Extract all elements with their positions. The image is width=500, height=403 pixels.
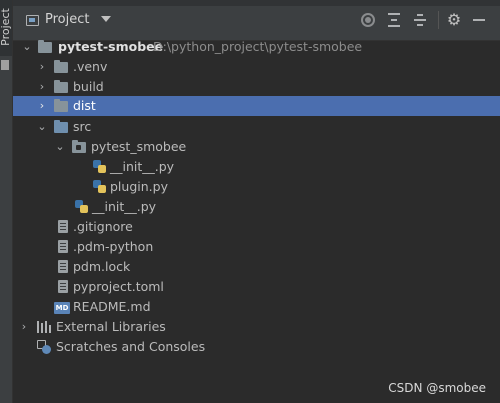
venv-label: .venv [73,59,108,74]
plugin-label: plugin.py [110,179,168,194]
tree-row-root[interactable]: ⌄ pytest-smobee D:\python_project\pytest… [13,37,500,57]
tree-row-pdm-lock[interactable]: pdm.lock [13,257,500,277]
project-view-icon [26,15,39,26]
toml-file-icon [58,280,68,293]
python-file-icon [75,200,89,214]
header-top-border [13,0,500,6]
readme-label: README.md [73,299,151,314]
folder-icon [54,99,68,112]
collapse-all-icon[interactable] [412,11,430,29]
text-file-icon [58,260,68,273]
watermark: CSDN @smobee [388,381,486,395]
tree-row-venv[interactable]: › .venv [13,57,500,77]
scratches-icon [37,340,51,354]
header-divider [438,11,439,29]
dist-label: dist [73,98,96,113]
tree-row-pkg-init[interactable]: __init__.py [13,157,500,177]
src-label: src [73,119,92,134]
scratches-label: Scratches and Consoles [56,339,206,354]
package-label: pytest_smobee [91,139,187,154]
chevron-down-icon[interactable]: ⌄ [21,37,33,57]
chevron-right-icon[interactable]: › [36,96,48,116]
library-icon [37,321,51,333]
chevron-down-icon[interactable]: ⌄ [54,137,66,157]
tree-row-src[interactable]: ⌄ src [13,117,500,137]
project-side-tab[interactable]: Project [0,0,12,56]
root-path: D:\python_project\pytest-smobee [153,39,363,54]
chevron-right-icon[interactable]: › [36,77,48,97]
tree-row-readme[interactable]: MD README.md [13,297,500,317]
chevron-right-icon[interactable]: › [36,57,48,77]
package-folder-icon [72,140,86,153]
build-label: build [73,79,104,94]
tree-row-build[interactable]: › build [13,77,500,97]
tree-row-package[interactable]: ⌄ pytest_smobee [13,137,500,157]
project-view-selector[interactable]: Project [45,12,89,27]
tree-row-gitignore[interactable]: .gitignore [13,217,500,237]
tree-row-src-init[interactable]: __init__.py [13,197,500,217]
folder-icon [38,40,52,53]
folder-icon [54,80,68,93]
gitignore-label: .gitignore [73,219,133,234]
minimize-icon[interactable] [471,11,489,29]
pdm-lock-label: pdm.lock [73,259,131,274]
pdm-python-label: .pdm-python [73,239,154,254]
python-file-icon [93,160,107,174]
structure-side-icon[interactable] [1,60,9,70]
tree-row-scratches[interactable]: Scratches and Consoles [13,337,500,357]
project-panel-header: Project ⚙ [13,0,500,41]
gitignore-file-icon [58,220,68,233]
tree-row-dist[interactable]: › dist [13,96,500,116]
gear-icon[interactable]: ⚙ [445,11,463,29]
tree-row-external-libraries[interactable]: › External Libraries [13,317,500,337]
external-libraries-label: External Libraries [56,319,166,334]
folder-icon [54,60,68,73]
chevron-down-icon[interactable]: ⌄ [36,117,48,137]
pkg-init-label: __init__.py [110,159,175,174]
chevron-right-icon[interactable]: › [18,317,30,337]
src-init-label: __init__.py [92,199,157,214]
tool-window-strip: Project [0,0,13,403]
locate-target-icon[interactable] [359,11,377,29]
chevron-down-icon[interactable] [101,16,111,22]
text-file-icon [58,240,68,253]
expand-all-icon[interactable] [386,11,404,29]
project-side-tab-label: Project [0,8,12,46]
root-label: pytest-smobee [58,39,164,54]
python-file-icon [93,180,107,194]
source-folder-icon [54,120,68,133]
pyproject-label: pyproject.toml [73,279,164,294]
tree-row-pyproject[interactable]: pyproject.toml [13,277,500,297]
markdown-file-icon: MD [54,302,70,314]
tree-row-plugin[interactable]: plugin.py [13,177,500,197]
tree-row-pdm-python[interactable]: .pdm-python [13,237,500,257]
